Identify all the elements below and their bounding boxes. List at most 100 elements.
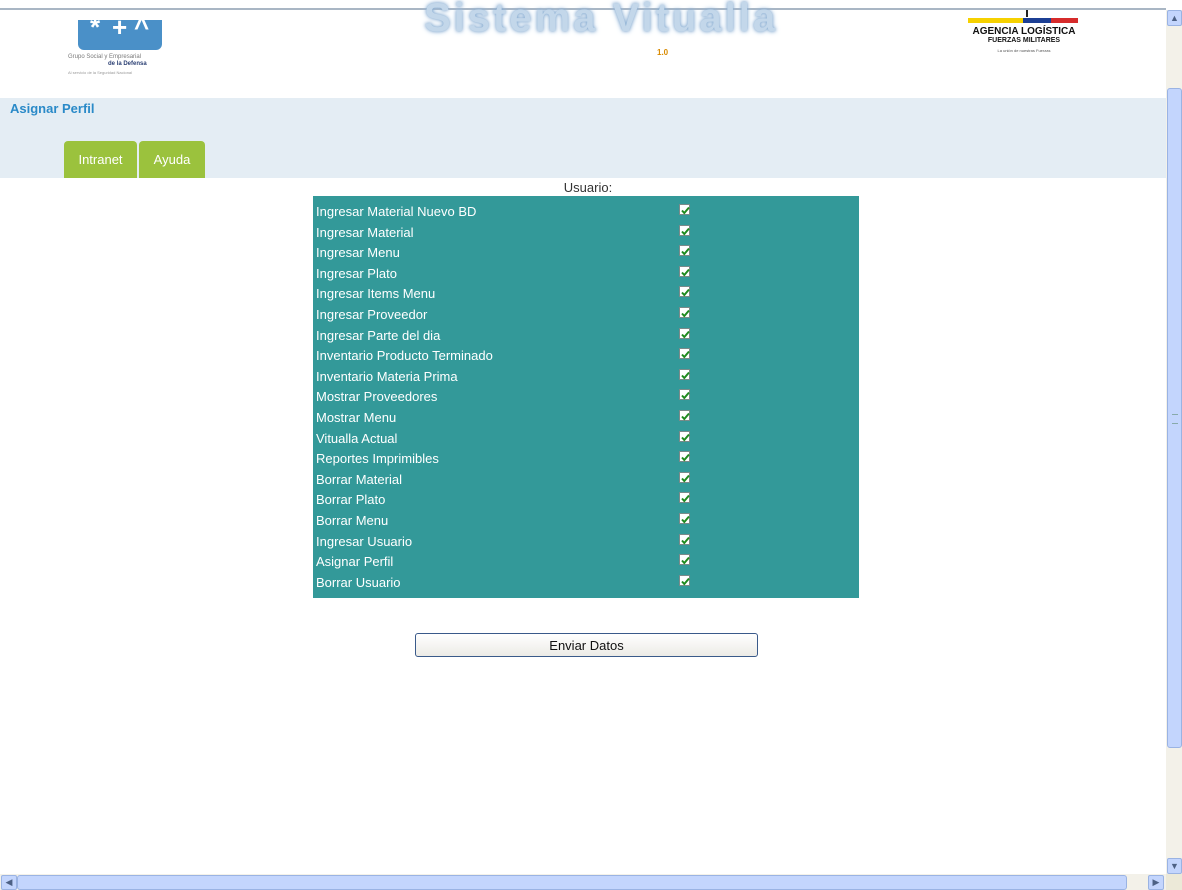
scrollbar-corner <box>1166 874 1182 890</box>
check-icon <box>681 268 690 277</box>
permission-label: Ingresar Items Menu <box>316 286 436 302</box>
permissions-panel: Ingresar Material Nuevo BD Ingresar Mater… <box>313 196 859 598</box>
check-icon <box>681 371 690 380</box>
system-version: 1.0 <box>657 48 669 57</box>
permission-checkbox[interactable] <box>679 204 690 215</box>
permission-label: Inventario Producto Terminado <box>316 348 493 364</box>
permission-row: Mostrar Proveedores <box>313 385 859 405</box>
logo-agencia-logistica: AGENCIA LOGÍSTICA FUERZAS MILITARES La u… <box>968 10 1080 70</box>
check-icon <box>681 330 690 339</box>
permission-row: Ingresar Material <box>313 221 859 241</box>
permission-checkbox[interactable] <box>679 471 690 483</box>
permission-label: Borrar Material <box>316 471 402 487</box>
tab-ayuda[interactable]: Ayuda <box>139 141 205 178</box>
vertical-scroll-thumb[interactable] <box>1167 88 1182 748</box>
check-icon <box>681 309 690 318</box>
permission-checkbox[interactable] <box>679 348 690 360</box>
check-icon <box>681 412 690 421</box>
permission-label: Ingresar Material Nuevo BD <box>316 204 477 219</box>
flag-pole-icon <box>1026 10 1028 17</box>
check-icon <box>681 495 690 503</box>
permission-checkbox[interactable] <box>679 389 690 401</box>
permission-checkbox[interactable] <box>679 368 690 380</box>
permission-checkbox[interactable] <box>679 533 690 545</box>
logo-left-line2: de la Defensa <box>108 61 147 67</box>
permission-row: Ingresar Material Nuevo BD <box>313 200 859 220</box>
permission-checkbox[interactable] <box>679 451 690 463</box>
scroll-left-icon[interactable]: ◀ <box>1 875 17 890</box>
nav-band: Asignar Perfil Intranet Ayuda <box>0 98 1166 178</box>
logo-grupo-social: * + ^ Grupo Social y Empresarial de la Def… <box>68 20 173 80</box>
permission-label: Asignar Perfil <box>316 554 394 570</box>
permission-checkbox[interactable] <box>679 492 690 504</box>
permission-row: Borrar Usuario <box>313 571 859 591</box>
permission-checkbox[interactable] <box>679 574 690 586</box>
vertical-scrollbar[interactable]: ▲ ▼ <box>1166 10 1182 874</box>
permission-label: Ingresar Material <box>316 224 414 240</box>
permission-label: Reportes Imprimibles <box>316 451 439 467</box>
scroll-up-icon[interactable]: ▲ <box>1167 10 1182 26</box>
check-icon <box>681 392 690 400</box>
permission-row: Ingresar Items Menu <box>313 282 859 302</box>
permission-row: Ingresar Menu <box>313 241 859 261</box>
check-icon <box>681 557 690 565</box>
permission-checkbox[interactable] <box>679 245 690 257</box>
permission-label: Borrar Usuario <box>316 574 401 590</box>
permission-label: Mostrar Menu <box>316 410 397 425</box>
check-icon <box>681 351 690 359</box>
check-icon <box>681 433 690 442</box>
permission-row: Asignar Perfil <box>313 550 859 570</box>
permission-row: Borrar Plato <box>313 488 859 508</box>
permission-label: Borrar Menu <box>316 513 389 528</box>
permission-checkbox[interactable] <box>679 265 690 277</box>
permission-row: Ingresar Proveedor <box>313 303 859 323</box>
logo-mark-icon: * + ^ <box>78 20 162 50</box>
permission-label: Ingresar Parte del dia <box>316 327 441 343</box>
logo-left-line1: Grupo Social y Empresarial <box>68 54 142 60</box>
check-icon <box>681 474 690 483</box>
permission-row: Ingresar Plato <box>313 262 859 282</box>
permission-row: Inventario Producto Terminado <box>313 344 859 364</box>
permission-checkbox[interactable] <box>679 307 690 318</box>
check-icon <box>681 289 690 297</box>
check-icon <box>681 577 690 586</box>
permission-row: Reportes Imprimibles <box>313 447 859 467</box>
logo-right-line1: AGENCIA LOGÍSTICA <box>972 26 1076 37</box>
system-title: Sistema Vitualla <box>424 0 779 40</box>
scroll-right-icon[interactable]: ▶ <box>1148 875 1164 890</box>
logo-right-line3: La unión de nuestras Fuerzas <box>997 48 1051 53</box>
horizontal-scrollbar[interactable]: ◀ ▶ <box>0 874 1166 890</box>
submit-button[interactable]: Enviar Datos <box>415 633 758 657</box>
permission-checkbox[interactable] <box>679 327 690 339</box>
scroll-down-icon[interactable]: ▼ <box>1167 858 1182 874</box>
permission-checkbox[interactable] <box>679 554 690 566</box>
permission-checkbox[interactable] <box>679 410 690 421</box>
page-title: Asignar Perfil <box>10 101 95 116</box>
permission-label: Ingresar Menu <box>316 245 400 261</box>
permission-row: Borrar Menu <box>313 509 859 529</box>
logo-right-line2: FUERZAS MILITARES <box>987 37 1061 44</box>
site-header: * + ^ Grupo Social y Empresarial de la Def… <box>0 0 1166 98</box>
permission-label: Vitualla Actual <box>316 430 398 446</box>
check-icon <box>681 227 690 236</box>
logo-left-line3: Al servicio de la Seguridad Nacional <box>68 70 133 75</box>
permission-row: Ingresar Usuario <box>313 530 859 550</box>
permission-label: Mostrar Proveedores <box>316 389 438 405</box>
permission-label: Ingresar Usuario <box>316 533 413 549</box>
colombia-flag-icon <box>968 18 1078 23</box>
permission-label: Inventario Materia Prima <box>316 368 458 384</box>
check-icon <box>681 206 690 215</box>
permission-checkbox[interactable] <box>679 224 690 236</box>
permission-checkbox[interactable] <box>679 513 690 524</box>
permission-checkbox[interactable] <box>679 430 690 442</box>
check-icon <box>681 515 690 524</box>
permission-row: Ingresar Parte del dia <box>313 324 859 344</box>
tab-intranet[interactable]: Intranet <box>64 141 137 178</box>
permission-label: Ingresar Plato <box>316 265 397 281</box>
permission-checkbox[interactable] <box>679 286 690 298</box>
permission-label: Ingresar Proveedor <box>316 307 428 322</box>
permission-row: Borrar Material <box>313 468 859 488</box>
check-icon <box>681 536 690 545</box>
horizontal-scroll-thumb[interactable] <box>17 875 1127 890</box>
permission-row: Inventario Materia Prima <box>313 365 859 385</box>
